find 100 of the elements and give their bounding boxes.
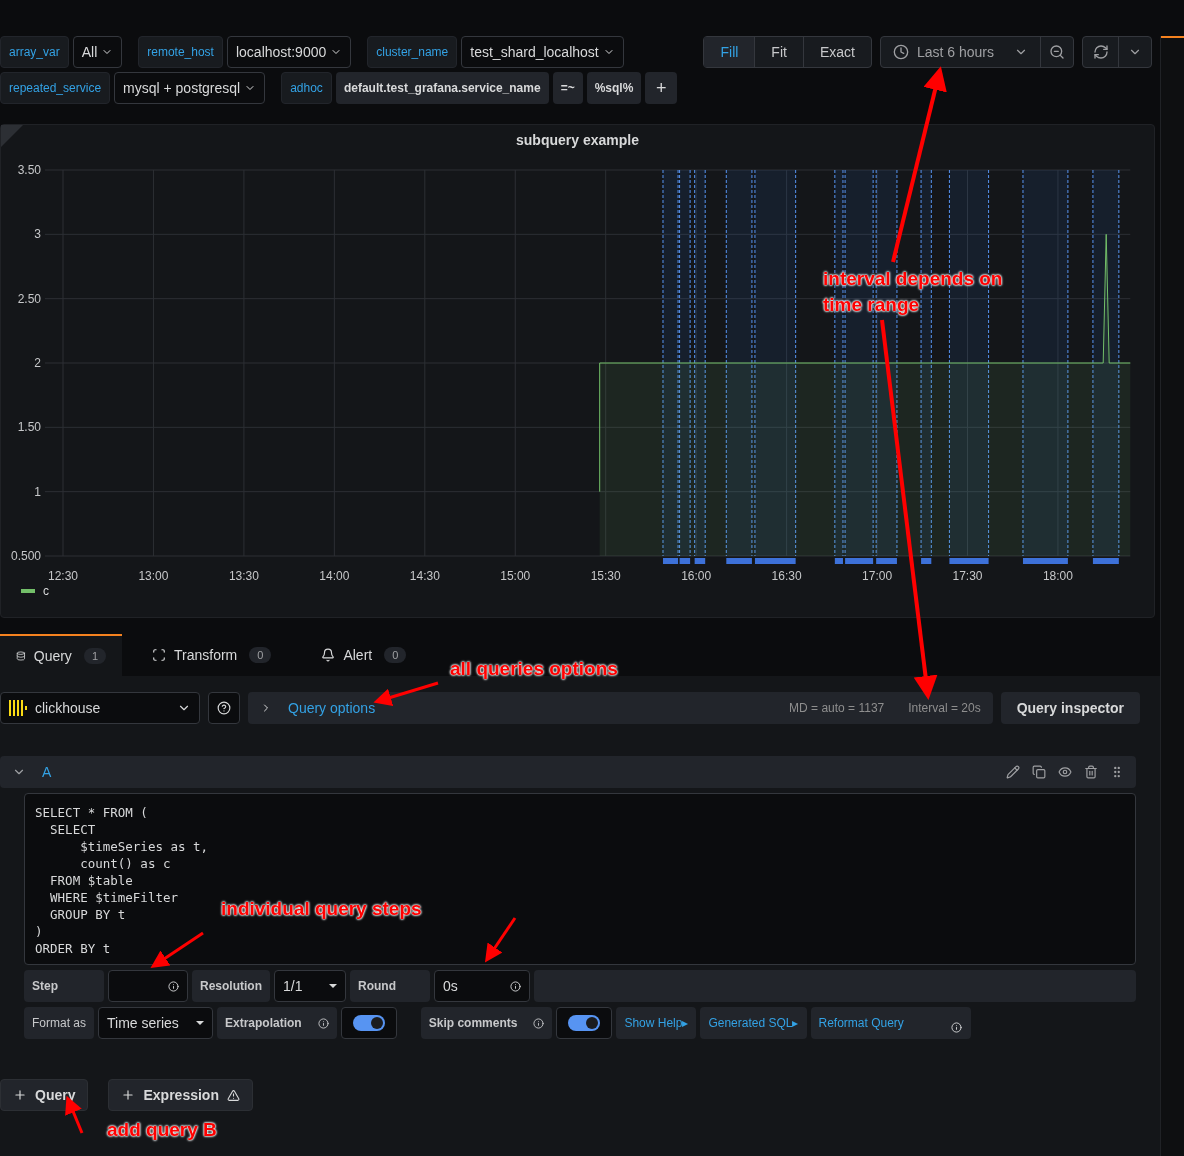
caret-icon <box>329 984 337 988</box>
max-data-points-info: MD = auto = 1137 <box>789 700 885 717</box>
y-axis-label: 3 <box>34 227 41 242</box>
help-button[interactable] <box>208 692 240 724</box>
code-line: WHERE $timeFilter <box>49 889 178 906</box>
resolution-label: Resolution <box>192 970 270 1002</box>
query-link-button[interactable]: Show Help▸ <box>616 1007 697 1039</box>
y-axis-label: 1 <box>34 484 41 499</box>
x-axis-label: 17:30 <box>952 569 983 583</box>
eye-icon[interactable] <box>1058 765 1072 779</box>
variable-label: cluster_name <box>367 36 458 68</box>
bell-icon <box>321 648 336 662</box>
zoom-out-icon <box>1049 44 1065 60</box>
info-corner-icon <box>1 125 23 147</box>
filter-operator[interactable]: =~ <box>552 72 583 104</box>
editor-tab[interactable]: Query 1 <box>0 634 122 676</box>
x-axis-label: 13:00 <box>138 569 169 583</box>
add-filter-button[interactable]: + <box>645 72 678 104</box>
toggle-switch[interactable] <box>568 1015 601 1031</box>
callout-arrow <box>373 681 439 706</box>
callout-arrow <box>150 931 204 968</box>
info-icon <box>168 980 179 992</box>
format-label: Format as <box>24 1007 94 1039</box>
code-line: SELECT * FROM ( <box>35 804 148 821</box>
x-axis-label: 14:00 <box>319 569 350 583</box>
y-axis-label: 2.50 <box>17 291 41 306</box>
skip-comments-label: Skip comments <box>428 1015 518 1032</box>
query-link-button[interactable]: Reformat Query <box>810 1007 971 1039</box>
variable-dropdown[interactable]: All <box>72 36 123 68</box>
step-input[interactable] <box>108 970 188 1002</box>
variable-dropdown[interactable]: mysql + postgresql <box>114 72 266 104</box>
step-label: Step <box>24 970 104 1002</box>
code-line: SELECT <box>49 821 96 838</box>
round-input[interactable]: 0s <box>434 970 530 1002</box>
database-icon <box>16 649 26 663</box>
x-axis-label: 14:30 <box>409 569 440 583</box>
query-link-button[interactable]: Generated SQL▸ <box>700 1007 807 1039</box>
refresh-icon <box>1092 44 1109 60</box>
variable-label: repeated_service <box>0 72 111 104</box>
toggle-switch[interactable] <box>352 1015 385 1031</box>
code-line: GROUP BY t <box>49 906 126 923</box>
x-axis-label: 17:00 <box>862 569 893 583</box>
code-line: FROM $table <box>49 872 133 889</box>
y-axis-label: 3.50 <box>17 163 41 177</box>
x-axis-label: 15:00 <box>500 569 531 583</box>
variable-dropdown[interactable]: test_shard_localhost <box>461 36 624 68</box>
filter-value[interactable]: %sql% <box>586 72 642 104</box>
interval-info: Interval = 20s <box>908 700 981 717</box>
variable-dropdown[interactable]: localhost:9000 <box>226 36 352 68</box>
query-ref-label: A <box>42 762 52 782</box>
query-options-link[interactable]: Query options <box>288 697 376 719</box>
round-label: Round <box>350 970 430 1002</box>
help-icon <box>217 701 231 715</box>
info-icon <box>510 980 521 992</box>
display-mode-button[interactable]: Fit <box>755 37 804 67</box>
plus-icon <box>13 1088 27 1102</box>
display-mode-button[interactable]: Fill <box>704 37 756 67</box>
x-axis-label: 12:30 <box>48 569 78 583</box>
transform-icon <box>152 648 166 662</box>
x-axis-label: 15:30 <box>590 569 621 583</box>
clickhouse-logo-icon <box>9 700 27 716</box>
x-axis-label: 16:30 <box>771 569 802 583</box>
info-icon <box>317 1017 329 1029</box>
x-axis-label: 18:00 <box>1042 569 1073 583</box>
callout-text: interval depends on time range <box>823 267 1004 317</box>
callout-text: all queries options <box>450 657 618 681</box>
y-axis-label: 2 <box>34 356 41 370</box>
y-axis-label: 0.500 <box>10 549 41 563</box>
callout-text: add query B <box>107 1118 217 1142</box>
x-axis-label: 13:30 <box>228 569 259 583</box>
code-line: ) <box>35 923 43 940</box>
datasource-picker[interactable]: clickhouse <box>0 692 200 724</box>
resolution-dropdown[interactable]: 1/1 <box>274 970 346 1002</box>
code-line: $timeSeries as t, <box>79 838 209 855</box>
display-mode-button[interactable]: Exact <box>803 37 871 67</box>
variable-label: adhoc <box>281 72 332 104</box>
clock-icon <box>892 44 909 60</box>
add-button[interactable]: Expression <box>108 1079 253 1111</box>
y-axis-label: 1.50 <box>17 420 41 435</box>
info-icon <box>950 1021 962 1033</box>
query-inspector-button[interactable]: Query inspector <box>1000 692 1140 724</box>
warning-icon <box>226 1088 240 1102</box>
variable-label: array_var <box>0 36 69 68</box>
panel-title: subquery example <box>516 131 639 150</box>
callout-text: individual query steps <box>221 897 422 921</box>
format-dropdown[interactable]: Time series <box>98 1007 213 1039</box>
copy-icon[interactable] <box>1032 765 1046 779</box>
callout-arrow <box>484 917 517 963</box>
edit-icon[interactable] <box>1006 765 1020 779</box>
plus-icon <box>121 1088 136 1102</box>
variable-label: remote_host <box>138 36 223 68</box>
trash-icon[interactable] <box>1084 765 1098 779</box>
filter-key[interactable]: default.test_grafana.service_name <box>335 72 549 104</box>
add-button[interactable]: Query <box>0 1079 89 1111</box>
info-icon <box>533 1017 545 1029</box>
caret-icon <box>196 1021 204 1025</box>
legend-label: c <box>43 583 49 600</box>
code-line: ORDER BY t <box>35 940 111 957</box>
x-axis-label: 16:00 <box>681 569 712 583</box>
code-line: count() as c <box>79 855 171 872</box>
